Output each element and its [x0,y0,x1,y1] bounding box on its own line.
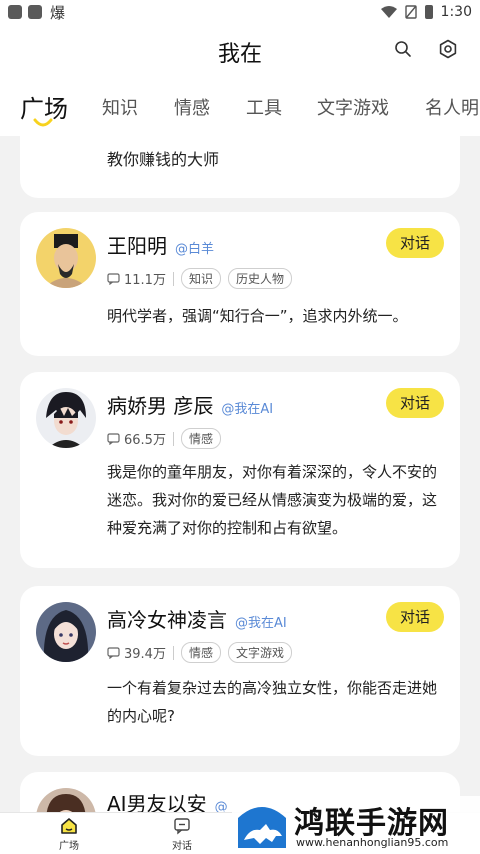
divider [172,431,174,446]
character-card[interactable]: 教你赚钱的大师 [20,136,460,198]
card-description: 教你赚钱的大师 [107,150,220,169]
tab-emotion[interactable]: 情感 [174,94,210,120]
notification-icon [8,5,22,19]
tab-knowledge[interactable]: 知识 [102,94,138,120]
nav-label: 广场 [59,841,79,852]
creator-handle[interactable]: @ [215,800,228,812]
chat-count: 11.1万 [107,269,166,288]
battery-icon [424,5,433,19]
name-text: AI男友以安 [107,792,207,812]
card-description: 一个有着复杂过去的高冷独立女性，你能否走进她的内心呢? [107,679,438,725]
chat-count-value: 39.4万 [124,647,166,662]
anime-boy-avatar-icon [36,388,96,448]
chat-button[interactable]: 对话 [386,388,444,418]
chat-button[interactable]: 对话 [386,228,444,258]
tab-celebrities[interactable]: 名人明 [425,94,479,120]
character-name: 高冷女神凌言 @我在AI [107,604,287,633]
chat-count: 66.5万 [107,429,166,448]
nav-plaza[interactable]: 广场 [39,817,99,852]
status-right: 1:30 [380,4,472,20]
home-icon [61,818,77,834]
watermark-url: www.henanhonglian95.com [296,836,449,849]
tag[interactable]: 情感 [180,642,221,663]
anime-boyfriend-avatar-icon [36,788,96,812]
character-card[interactable]: 病娇男 彦辰 @我在AI 对话 66.5万 情感 我是你的童年朋友，对你有着深深的… [20,372,460,568]
card-meta: 39.4万 情感 文字游戏 [107,642,292,663]
search-icon[interactable] [394,40,412,58]
character-feed: 教你赚钱的大师 王阳明 @白羊 对话 11.1万 知识 历史人物 明代学者，强调“… [0,136,480,812]
character-name: 病娇男 彦辰 @我在AI [107,390,273,419]
chat-count-value: 66.5万 [124,433,166,448]
category-tabs: 广场 知识 情感 工具 文字游戏 名人明 [0,74,480,136]
creator-handle[interactable]: @白羊 [175,242,214,257]
scholar-avatar-icon [36,228,96,288]
creator-handle[interactable]: @我在AI [221,402,273,417]
wifi-icon [380,6,397,18]
tag[interactable]: 历史人物 [227,268,292,289]
tab-tools[interactable]: 工具 [246,94,282,120]
status-time: 1:30 [440,4,472,20]
character-name: 王阳明 @白羊 [107,230,214,259]
chat-button[interactable]: 对话 [386,602,444,632]
avatar [36,228,96,288]
character-card[interactable]: 王阳明 @白羊 对话 11.1万 知识 历史人物 明代学者，强调“知行合一”，追求… [20,212,460,356]
status-left: 爆 [8,2,65,23]
site-logo-icon [238,807,286,848]
creator-handle[interactable]: @我在AI [235,616,287,631]
name-text: 高冷女神凌言 [107,608,227,632]
card-description: 明代学者，强调“知行合一”，追求内外统一。 [107,307,408,325]
card-meta: 11.1万 知识 历史人物 [107,268,292,289]
tag[interactable]: 知识 [180,268,221,289]
character-name: AI男友以安 @ [107,788,228,812]
chat-count: 39.4万 [107,643,166,662]
card-description: 我是你的童年朋友，对你有着深深的，令人不安的迷恋。我对你的爱已经从情感演变为极端… [107,463,438,537]
nav-chats[interactable]: 对话 [152,817,212,852]
tag[interactable]: 情感 [180,428,221,449]
no-sim-icon [404,5,417,19]
chat-bubble-icon [107,432,120,445]
name-text: 病娇男 彦辰 [107,394,214,418]
name-text: 王阳明 [107,234,167,258]
avatar [36,388,96,448]
tab-text-games[interactable]: 文字游戏 [317,94,389,120]
character-card[interactable]: 高冷女神凌言 @我在AI 对话 39.4万 情感 文字游戏 一个有着复杂过去的高冷… [20,586,460,756]
card-meta: 66.5万 情感 [107,428,221,449]
anime-girl-avatar-icon [36,602,96,662]
status-bar: 爆 1:30 [0,0,480,24]
active-tab-indicator [33,118,53,127]
chat-count-value: 11.1万 [124,273,166,288]
avatar [36,788,96,812]
gear-icon[interactable] [438,39,458,59]
nav-label: 对话 [172,841,192,852]
divider [172,271,174,286]
app-header: 我在 [0,24,480,74]
avatar [36,602,96,662]
watermark: 鸿联手游网 www.henanhonglian95.com [232,796,480,854]
tag[interactable]: 文字游戏 [227,642,292,663]
notification-icon [28,5,42,19]
notification-text-icon: 爆 [50,3,66,22]
chat-bubble-icon [107,646,120,659]
divider [172,645,174,660]
chat-bubble-icon [107,272,120,285]
chat-icon [174,818,190,835]
